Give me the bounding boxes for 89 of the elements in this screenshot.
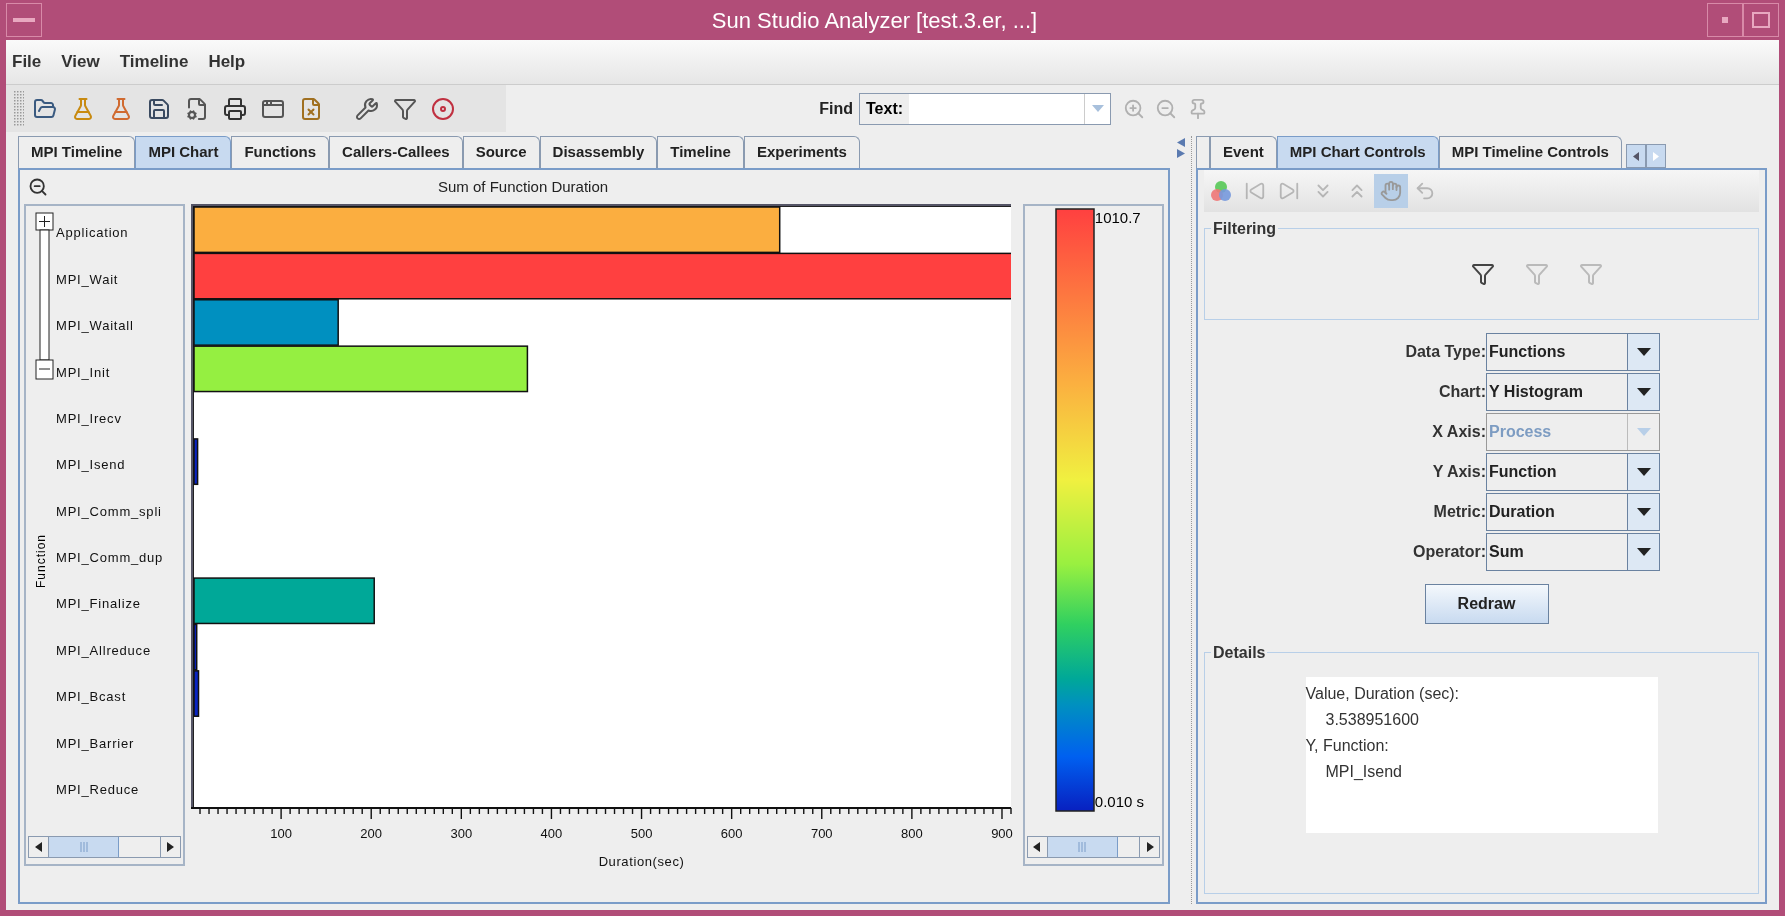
control-label: Y Axis: <box>1432 462 1486 482</box>
tab[interactable]: Callers-Callees <box>329 136 463 168</box>
category-label: MPI_Bcast <box>56 688 127 707</box>
find-field-label: Text: <box>860 93 910 124</box>
category-label: MPI_Isend <box>56 456 126 475</box>
find-field[interactable]: Text: <box>859 92 1111 125</box>
menu-item[interactable]: Timeline <box>119 49 189 75</box>
x-tick-label: 500 <box>630 826 653 841</box>
details-text: Y, Function: <box>1305 736 1390 756</box>
scroll-thumb[interactable] <box>49 837 119 857</box>
dropdown[interactable]: Functions <box>1486 333 1660 371</box>
control-label: Operator: <box>1413 542 1486 562</box>
dropdown[interactable]: Function <box>1486 453 1660 491</box>
x-tick-label: 700 <box>810 826 833 841</box>
x-tick-label: 900 <box>990 826 1013 841</box>
scroll-thumb[interactable] <box>1047 837 1118 857</box>
category-label: MPI_Allreduce <box>56 641 151 660</box>
tab-scroll-left[interactable] <box>1625 144 1646 168</box>
bar[interactable] <box>193 577 375 625</box>
control-label: Chart: <box>1438 382 1486 402</box>
window-title: Sun Studio Analyzer [test.3.er, ...] <box>710 6 1039 35</box>
filter-check-icon[interactable] <box>1470 262 1495 286</box>
bar[interactable] <box>193 623 198 671</box>
tab[interactable]: Experiments <box>743 136 860 168</box>
horizontal-scrollbar[interactable] <box>1026 836 1160 858</box>
find-label: Find <box>819 98 853 119</box>
dropdown[interactable]: Y Histogram <box>1486 373 1660 411</box>
maximize-button[interactable] <box>1743 3 1779 37</box>
dropdown[interactable]: Duration <box>1486 493 1660 531</box>
scale-min-label: 0.010 s <box>1094 792 1144 812</box>
scale-max-label: 1010.7 <box>1094 208 1142 228</box>
category-label: MPI_Irecv <box>56 409 122 428</box>
category-label: MPI_Waitall <box>56 317 134 336</box>
menu-item[interactable]: File <box>12 49 42 75</box>
tab[interactable]: MPI Chart Controls <box>1276 136 1439 168</box>
control-label: X Axis: <box>1432 422 1486 442</box>
tab[interactable]: Event <box>1210 136 1277 168</box>
category-label: MPI_Init <box>56 363 111 382</box>
bar[interactable] <box>193 206 781 254</box>
category-label: MPI_Reduce <box>56 780 140 799</box>
details-text: Value, Duration (sec): <box>1305 684 1461 704</box>
tab[interactable]: Functions <box>231 136 330 168</box>
bar[interactable] <box>193 345 528 393</box>
category-label: MPI_Finalize <box>56 595 141 614</box>
window-menu-button[interactable] <box>6 3 42 37</box>
zoom-out-icon[interactable] <box>28 177 48 197</box>
category-label: MPI_Wait <box>56 270 119 289</box>
bar[interactable] <box>193 438 199 486</box>
tab[interactable] <box>1196 136 1210 168</box>
details-text: 3.538951600 <box>1324 710 1420 730</box>
x-tick-label: 600 <box>720 826 743 841</box>
collapse-left-icon[interactable] <box>1176 138 1185 147</box>
bar[interactable] <box>193 252 1011 300</box>
dropdown[interactable]: Sum <box>1486 533 1660 571</box>
tab[interactable]: MPI Chart <box>135 136 232 168</box>
menu-item[interactable]: View <box>61 49 100 75</box>
x-tick-label: 300 <box>450 826 472 841</box>
tab-scroll-right[interactable] <box>1645 144 1666 168</box>
zoom-slider[interactable] <box>34 212 56 380</box>
control-label: Data Type: <box>1405 342 1486 362</box>
category-label: MPI_Comm_dup <box>56 549 164 568</box>
x-tick-label: 800 <box>900 826 923 841</box>
category-label: Application <box>56 224 129 243</box>
collapse-right-icon[interactable] <box>1176 149 1185 158</box>
x-tick-label: 200 <box>360 826 382 841</box>
details-text: MPI_Isend <box>1324 762 1403 782</box>
square-icon <box>1752 12 1770 28</box>
x-tick-label: 100 <box>270 826 292 841</box>
tab[interactable]: Disassembly <box>539 136 658 168</box>
toolbar-grip-icon <box>14 90 24 127</box>
bar[interactable] <box>193 670 200 717</box>
x-tick-label: 400 <box>540 826 563 841</box>
x-axis-label: Duration(sec) <box>598 854 685 869</box>
menu-item[interactable]: Help <box>208 49 246 75</box>
chart-title: Sum of Function Duration <box>438 176 609 197</box>
left-arrow-icon <box>1632 151 1639 161</box>
horizontal-scrollbar[interactable] <box>28 836 181 858</box>
control-label: Metric: <box>1433 502 1486 522</box>
right-arrow-icon <box>1652 151 1659 161</box>
minimize-button[interactable] <box>1707 3 1743 37</box>
category-label: MPI_Comm_spli <box>56 502 162 521</box>
tab[interactable]: Timeline <box>657 136 744 168</box>
y-axis-label: Function <box>33 534 49 588</box>
tab[interactable]: MPI Timeline Controls <box>1438 136 1622 168</box>
redraw-button[interactable]: Redraw <box>1424 584 1549 624</box>
tab[interactable]: MPI Timeline <box>18 136 136 168</box>
category-label: MPI_Barrier <box>56 734 135 753</box>
tab[interactable]: Source <box>462 136 540 168</box>
minus-icon <box>13 18 35 22</box>
